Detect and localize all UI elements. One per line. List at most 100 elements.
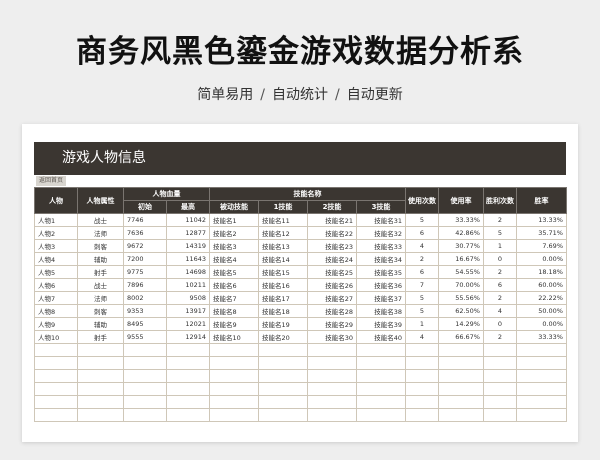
cell-hp-max[interactable]: 14698 [166, 265, 210, 279]
cell-passive[interactable]: 技能名2 [209, 226, 259, 240]
empty-cell[interactable] [405, 395, 439, 409]
cell-hp-max[interactable]: 11042 [166, 213, 210, 227]
cell-passive[interactable]: 技能名3 [209, 239, 259, 253]
empty-cell[interactable] [307, 382, 357, 396]
empty-cell[interactable] [516, 343, 567, 357]
empty-cell[interactable] [516, 356, 567, 370]
cell-s2[interactable]: 技能名30 [307, 330, 357, 344]
cell-s2[interactable]: 技能名22 [307, 226, 357, 240]
empty-cell[interactable] [77, 343, 124, 357]
cell-name[interactable]: 人物6 [34, 278, 78, 292]
cell-s1[interactable]: 技能名16 [258, 278, 308, 292]
empty-cell[interactable] [34, 356, 78, 370]
empty-cell[interactable] [356, 395, 406, 409]
cell-use[interactable]: 5 [405, 304, 439, 318]
empty-cell[interactable] [483, 395, 517, 409]
cell-use[interactable]: 6 [405, 265, 439, 279]
empty-cell[interactable] [209, 343, 259, 357]
cell-s1[interactable]: 技能名15 [258, 265, 308, 279]
cell-passive[interactable]: 技能名9 [209, 317, 259, 331]
empty-cell[interactable] [123, 382, 167, 396]
empty-cell[interactable] [483, 356, 517, 370]
cell-win-rate[interactable]: 18.18% [516, 265, 567, 279]
empty-cell[interactable] [34, 395, 78, 409]
empty-cell[interactable] [123, 356, 167, 370]
empty-cell[interactable] [166, 369, 210, 383]
empty-cell[interactable] [34, 382, 78, 396]
cell-attr[interactable]: 辅助 [77, 252, 124, 266]
empty-cell[interactable] [356, 408, 406, 422]
cell-use-rate[interactable]: 33.33% [438, 213, 484, 227]
empty-cell[interactable] [516, 395, 567, 409]
empty-cell[interactable] [166, 382, 210, 396]
empty-cell[interactable] [166, 343, 210, 357]
cell-passive[interactable]: 技能名1 [209, 213, 259, 227]
cell-passive[interactable]: 技能名10 [209, 330, 259, 344]
empty-cell[interactable] [123, 408, 167, 422]
cell-use[interactable]: 6 [405, 226, 439, 240]
cell-win[interactable]: 2 [483, 265, 517, 279]
cell-hp-max[interactable]: 12877 [166, 226, 210, 240]
cell-name[interactable]: 人物3 [34, 239, 78, 253]
cell-passive[interactable]: 技能名7 [209, 291, 259, 305]
cell-s1[interactable]: 技能名14 [258, 252, 308, 266]
cell-use-rate[interactable]: 30.77% [438, 239, 484, 253]
cell-hp-init[interactable]: 8002 [123, 291, 167, 305]
empty-cell[interactable] [405, 356, 439, 370]
cell-use-rate[interactable]: 42.86% [438, 226, 484, 240]
back-home-button[interactable]: 返回首页 [36, 176, 67, 186]
cell-use-rate[interactable]: 14.29% [438, 317, 484, 331]
empty-cell[interactable] [166, 356, 210, 370]
cell-s2[interactable]: 技能名28 [307, 304, 357, 318]
cell-s1[interactable]: 技能名13 [258, 239, 308, 253]
cell-use[interactable]: 1 [405, 317, 439, 331]
cell-s3[interactable]: 技能名38 [356, 304, 406, 318]
cell-s3[interactable]: 技能名32 [356, 226, 406, 240]
cell-s1[interactable]: 技能名11 [258, 213, 308, 227]
empty-cell[interactable] [483, 382, 517, 396]
cell-s3[interactable]: 技能名35 [356, 265, 406, 279]
empty-cell[interactable] [356, 369, 406, 383]
cell-s3[interactable]: 技能名36 [356, 278, 406, 292]
cell-hp-max[interactable]: 12021 [166, 317, 210, 331]
cell-use-rate[interactable]: 62.50% [438, 304, 484, 318]
cell-name[interactable]: 人物4 [34, 252, 78, 266]
empty-cell[interactable] [438, 356, 484, 370]
empty-cell[interactable] [258, 343, 308, 357]
empty-cell[interactable] [516, 408, 567, 422]
empty-cell[interactable] [258, 369, 308, 383]
cell-hp-init[interactable]: 9672 [123, 239, 167, 253]
cell-attr[interactable]: 射手 [77, 265, 124, 279]
cell-win[interactable]: 1 [483, 239, 517, 253]
cell-name[interactable]: 人物10 [34, 330, 78, 344]
empty-cell[interactable] [209, 408, 259, 422]
empty-cell[interactable] [438, 369, 484, 383]
empty-cell[interactable] [209, 382, 259, 396]
empty-cell[interactable] [307, 395, 357, 409]
cell-attr[interactable]: 刺客 [77, 239, 124, 253]
cell-use[interactable]: 4 [405, 330, 439, 344]
empty-cell[interactable] [209, 356, 259, 370]
cell-win-rate[interactable]: 35.71% [516, 226, 567, 240]
cell-name[interactable]: 人物5 [34, 265, 78, 279]
cell-name[interactable]: 人物2 [34, 226, 78, 240]
cell-win-rate[interactable]: 7.69% [516, 239, 567, 253]
empty-cell[interactable] [438, 382, 484, 396]
cell-passive[interactable]: 技能名5 [209, 265, 259, 279]
empty-cell[interactable] [77, 369, 124, 383]
empty-cell[interactable] [34, 369, 78, 383]
cell-hp-max[interactable]: 11643 [166, 252, 210, 266]
empty-cell[interactable] [307, 356, 357, 370]
cell-hp-max[interactable]: 12914 [166, 330, 210, 344]
cell-hp-init[interactable]: 9775 [123, 265, 167, 279]
cell-hp-init[interactable]: 7200 [123, 252, 167, 266]
empty-cell[interactable] [166, 395, 210, 409]
cell-hp-init[interactable]: 9555 [123, 330, 167, 344]
empty-cell[interactable] [356, 343, 406, 357]
cell-use[interactable]: 4 [405, 239, 439, 253]
cell-win[interactable]: 2 [483, 213, 517, 227]
empty-cell[interactable] [356, 382, 406, 396]
empty-cell[interactable] [307, 343, 357, 357]
cell-hp-init[interactable]: 7896 [123, 278, 167, 292]
cell-hp-max[interactable]: 10211 [166, 278, 210, 292]
